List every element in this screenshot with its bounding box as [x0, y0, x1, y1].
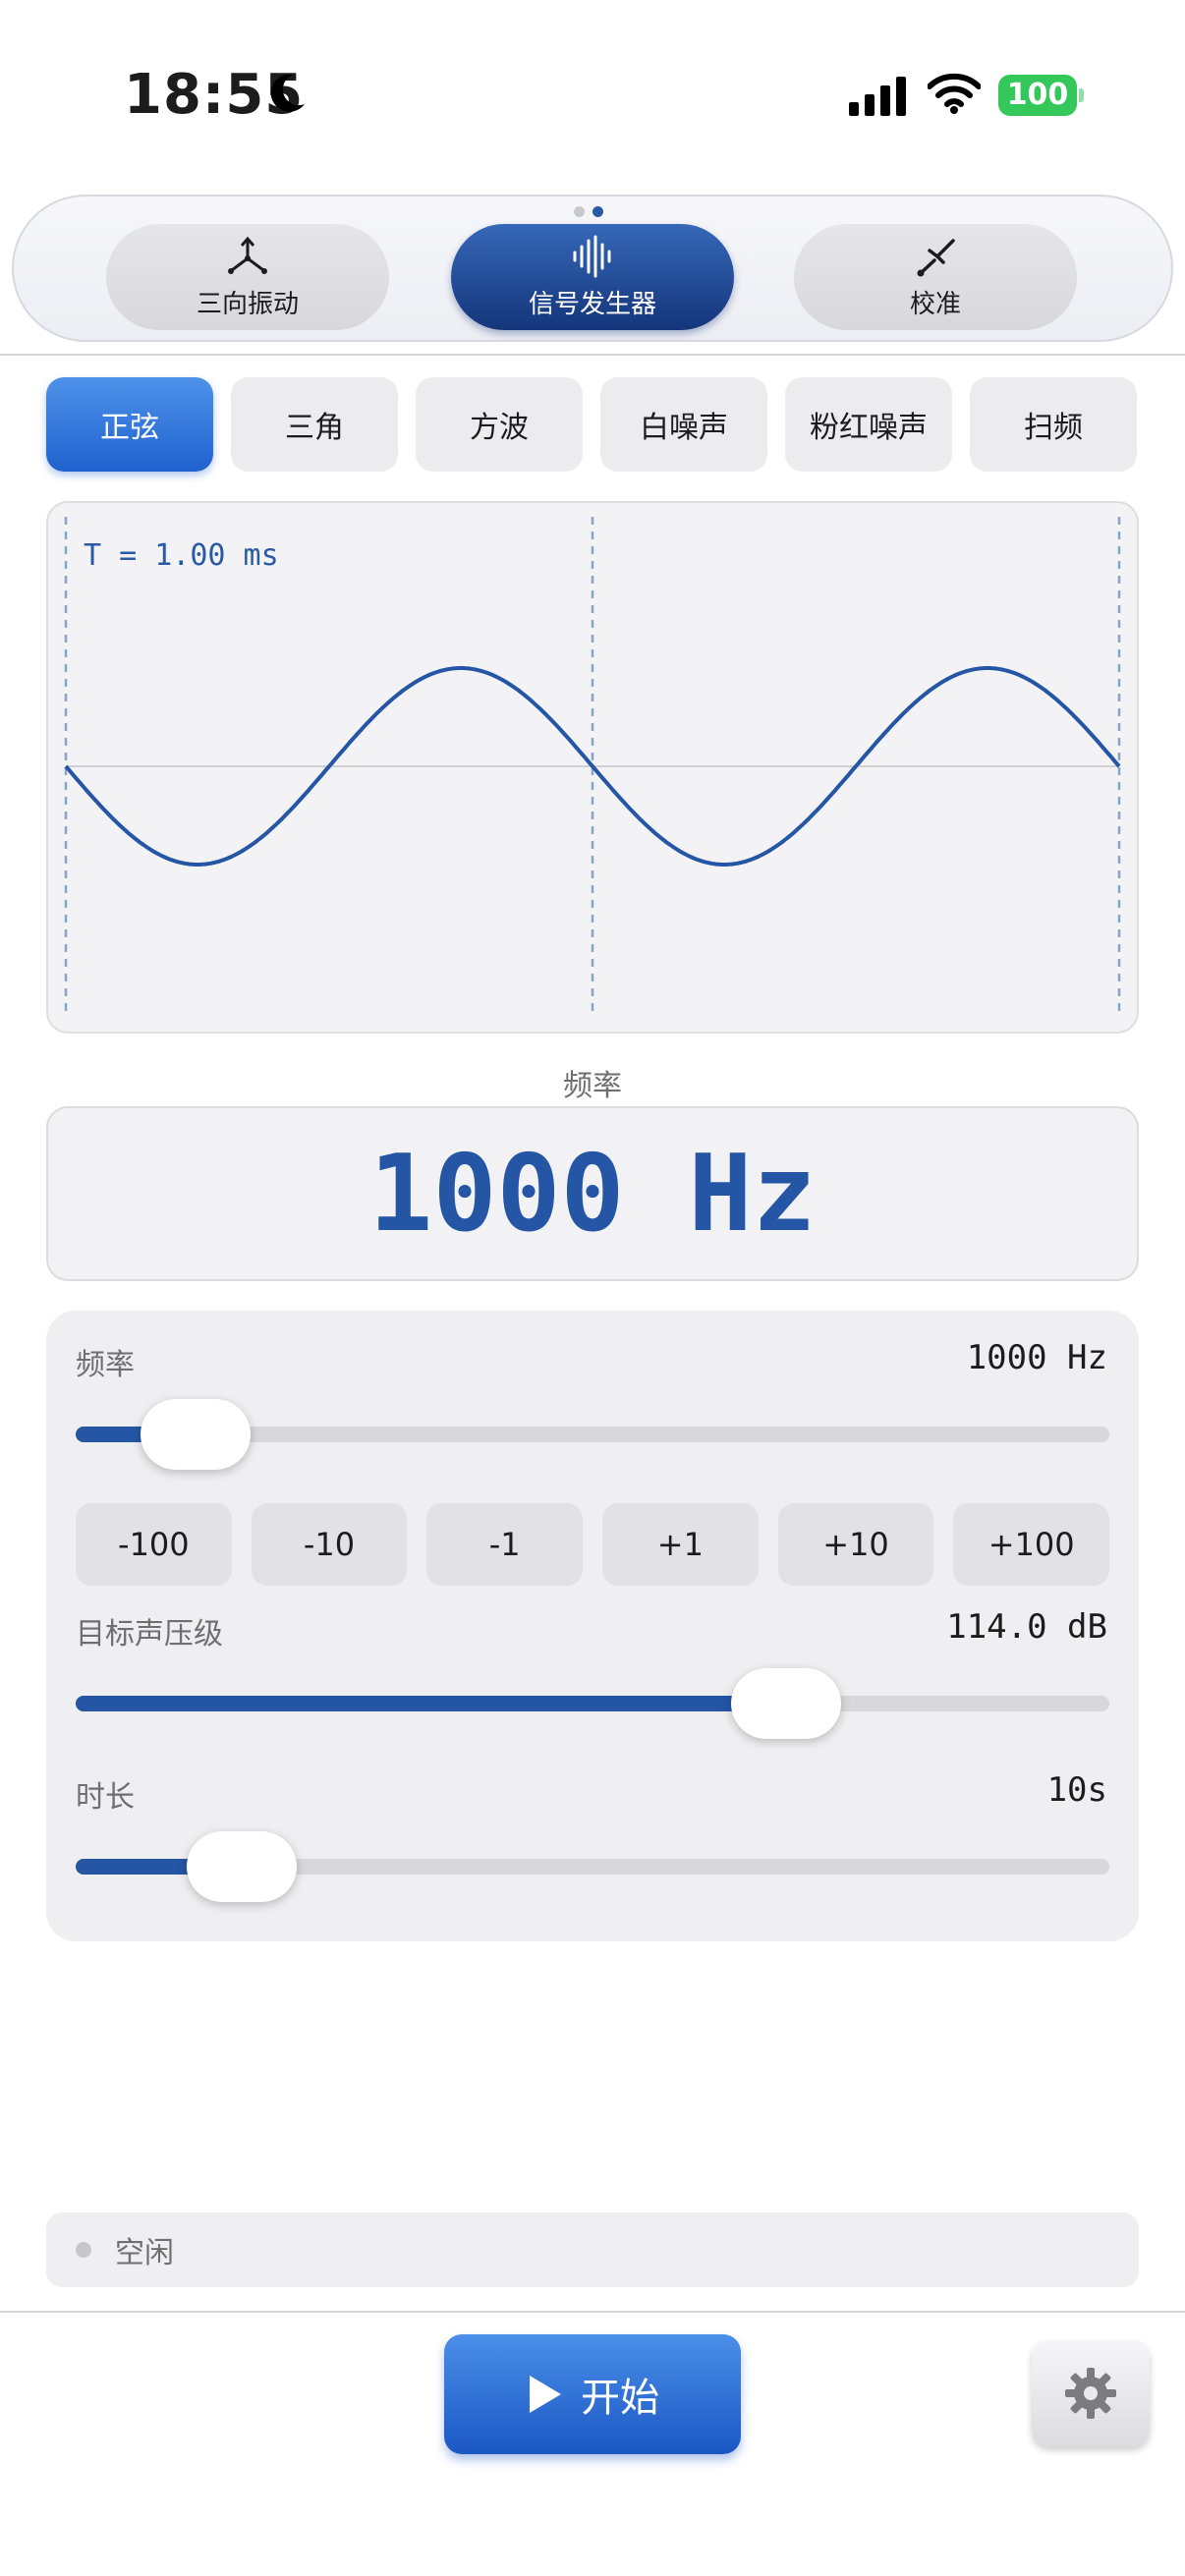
duration-value: 10s [1046, 1770, 1107, 1810]
mode-label: 信号发生器 [528, 289, 656, 319]
step-minus-100-button[interactable]: -100 [76, 1503, 232, 1586]
frequency-caption: 频率 [563, 1069, 622, 1103]
waveform-chip-sweep[interactable]: 扫频 [970, 377, 1137, 472]
step-minus-10-button[interactable]: -10 [251, 1503, 408, 1586]
waveform-scope: T = 1.00 ms [46, 501, 1139, 1034]
frequency-value: 1000 Hz [966, 1338, 1107, 1377]
waveform-plot [64, 517, 1121, 1018]
frequency-readout: 1000 Hz [46, 1106, 1139, 1281]
spl-slider-thumb[interactable] [731, 1668, 842, 1739]
gear-icon [1065, 2368, 1116, 2419]
waveform-icon [573, 235, 611, 277]
waveform-chip-white-noise[interactable]: 白噪声 [600, 377, 767, 472]
frequency-label: 频率 [76, 1348, 135, 1382]
spl-label: 目标声压级 [76, 1617, 223, 1652]
spl-slider-fill [76, 1696, 787, 1711]
frequency-slider[interactable] [76, 1399, 1109, 1470]
period-label: T = 1.00 ms [84, 538, 279, 573]
mode-label: 三向振动 [196, 289, 299, 319]
waveform-chip-triangle[interactable]: 三角 [231, 377, 398, 472]
mode-three-axis-vibration[interactable]: 三向振动 [106, 224, 389, 330]
divider [0, 2311, 1185, 2313]
play-icon [530, 2376, 561, 2413]
wifi-icon [928, 73, 981, 114]
page-dot [574, 206, 585, 217]
frequency-slider-thumb[interactable] [140, 1399, 251, 1470]
controls-panel: 频率 1000 Hz -100 -10 -1 +1 +10 +100 目标声压级… [46, 1311, 1139, 1941]
mode-calibration[interactable]: 校准 [794, 224, 1077, 330]
start-label: 开始 [581, 2376, 659, 2421]
battery-level: 100 [998, 75, 1077, 116]
duration-slider-thumb[interactable] [186, 1831, 297, 1902]
status-dot [76, 2242, 91, 2258]
page-indicator [574, 206, 603, 217]
step-minus-1-button[interactable]: -1 [426, 1503, 584, 1586]
duration-slider[interactable] [76, 1831, 1109, 1902]
moon-icon [270, 74, 305, 112]
spl-value: 114.0 dB [946, 1607, 1107, 1647]
start-button[interactable]: 开始 [444, 2334, 741, 2454]
tuning-fork-icon [917, 238, 955, 276]
mode-label: 校准 [909, 289, 961, 319]
duration-label: 时长 [76, 1780, 135, 1815]
status-text: 空闲 [115, 2236, 174, 2270]
mode-signal-generator[interactable]: 信号发生器 [451, 224, 734, 330]
step-plus-100-button[interactable]: +100 [953, 1503, 1110, 1586]
waveform-chip-square[interactable]: 方波 [416, 377, 583, 472]
three-axis-icon [228, 236, 267, 274]
settings-button[interactable] [1032, 2340, 1150, 2446]
cellular-signal-icon [849, 77, 906, 116]
step-plus-10-button[interactable]: +10 [777, 1503, 934, 1586]
step-plus-1-button[interactable]: +1 [602, 1503, 759, 1586]
page-dot-active [592, 206, 603, 217]
waveform-chip-pink-noise[interactable]: 粉红噪声 [785, 377, 952, 472]
battery-cap [1079, 88, 1084, 102]
battery-icon: 100 [998, 75, 1084, 116]
divider [0, 354, 1185, 356]
status-indicator: 空闲 [46, 2212, 1139, 2287]
frequency-step-buttons: -100 -10 -1 +1 +10 +100 [76, 1503, 1110, 1586]
signal-generator-screen: 18:55 100 三向振动 信号发生器 校准 正弦 三角 方波 白噪声 粉红噪… [0, 0, 1185, 2576]
spl-slider[interactable] [76, 1668, 1109, 1739]
waveform-chip-sine[interactable]: 正弦 [46, 377, 213, 472]
